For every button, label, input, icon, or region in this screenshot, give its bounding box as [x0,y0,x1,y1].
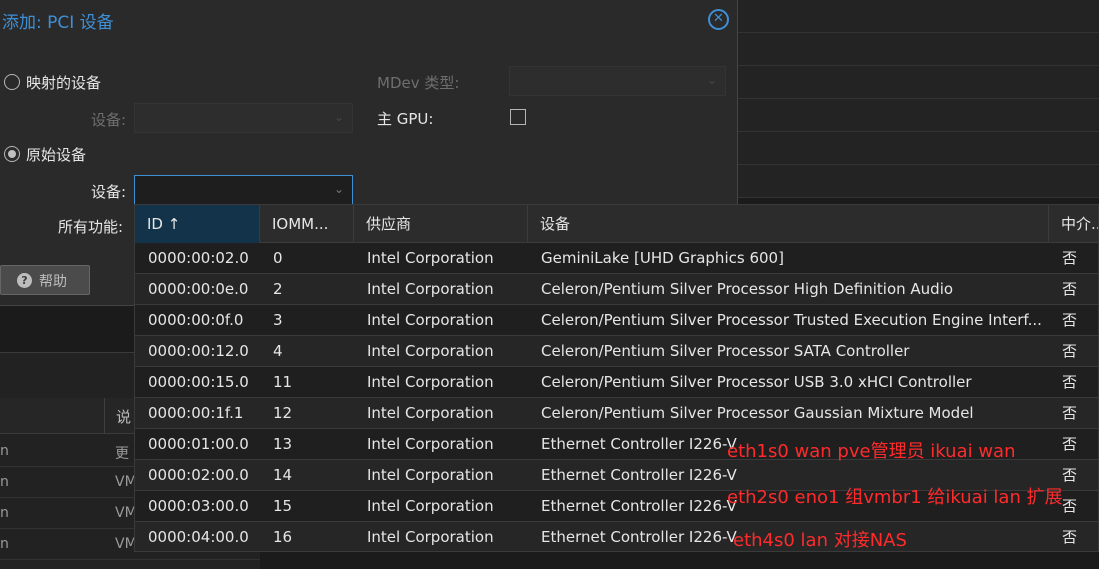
background-column-header: 说 [116,408,132,426]
cell-device: GeminiLake [UHD Graphics 600] [541,249,784,267]
cell-mdev: 否 [1062,373,1078,391]
cell-mdev: 否 [1062,404,1078,422]
column-header-vendor[interactable]: 供应商 [354,205,528,243]
cell-iommu: 2 [273,280,283,298]
cell-vendor: Intel Corporation [367,311,494,329]
mdev-type-label: MDev 类型: [377,74,460,92]
cell-id: 0000:04:00.0 [148,528,249,546]
table-row[interactable]: 0000:04:00.0 16 Intel Corporation Ethernet … [135,522,1098,551]
cell-id: 0000:00:12.0 [148,342,249,360]
primary-gpu-label: 主 GPU: [377,110,434,128]
cell-iommu: 11 [273,373,293,391]
cell-iommu: 16 [273,528,293,546]
cell-vendor: Intel Corporation [367,249,494,267]
column-header-mdev[interactable]: 中介... [1049,205,1098,243]
all-functions-label: 所有功能: [58,218,124,236]
cell-iommu: 12 [273,404,293,422]
cell-vendor: Intel Corporation [367,435,494,453]
question-icon: ? [17,273,32,288]
mapped-device-radio[interactable] [4,74,20,90]
cell-iommu: 3 [273,311,283,329]
annotation-note: eth2s0 eno1 组vmbr1 给ikuai lan 扩展 [727,487,1063,508]
cell-mdev: 否 [1062,435,1078,453]
help-button[interactable]: ? 帮助 [0,265,90,295]
cell-iommu: 4 [273,342,283,360]
cell-device: Celeron/Pentium Silver Processor Trusted… [541,311,1042,329]
cell-vendor: Intel Corporation [367,528,494,546]
table-row[interactable]: 0000:00:1f.1 12 Intel Corporation Celeron/P… [135,398,1098,429]
cell-mdev: 否 [1062,249,1078,267]
raw-device-radio[interactable] [4,146,20,162]
annotation-note: eth4s0 lan 对接NAS [733,530,907,551]
raw-device-field-label: 设备: [91,183,127,201]
cell-vendor: Intel Corporation [367,466,494,484]
mapped-device-select[interactable]: ⌄ [134,103,353,133]
cell-id: 0000:03:00.0 [148,497,249,515]
column-header-id[interactable]: ID ↑ [135,205,260,243]
help-button-label: 帮助 [39,274,67,290]
raw-device-select[interactable]: ⌄ [134,175,353,205]
background-list [738,0,1099,198]
cell-mdev: 否 [1062,280,1078,298]
cell-mdev: 否 [1062,311,1078,329]
cell-vendor: Intel Corporation [367,280,494,298]
annotation-note: eth1s0 wan pve管理员 ikuai wan [727,441,1016,462]
cell-iommu: 14 [273,466,293,484]
cell-vendor: Intel Corporation [367,342,494,360]
table-row[interactable]: 0000:00:0f.0 3 Intel Corporation Celeron/Pe… [135,305,1098,336]
chevron-down-icon: ⌄ [333,110,344,124]
table-row[interactable]: 0000:00:02.0 0 Intel Corporation GeminiLake… [135,243,1098,274]
chevron-down-icon: ⌄ [333,182,344,196]
cell-iommu: 15 [273,497,293,515]
cell-device: Celeron/Pentium Silver Processor Gaussia… [541,404,974,422]
dialog-title: 添加: PCI 设备 [2,13,114,33]
cell-id: 0000:00:15.0 [148,373,249,391]
cell-vendor: Intel Corporation [367,404,494,422]
table-row[interactable]: 0000:00:12.0 4 Intel Corporation Celeron/Pe… [135,336,1098,367]
mdev-type-select[interactable]: ⌄ [509,66,726,96]
cell-iommu: 0 [273,249,283,267]
cell-mdev: 否 [1062,528,1078,546]
column-header-iommu[interactable]: IOMM... [260,205,354,243]
mapped-device-field-label: 设备: [91,111,127,129]
mapped-device-label: 映射的设备 [26,74,102,92]
cell-mdev: 否 [1062,342,1078,360]
cell-id: 0000:00:0e.0 [148,280,249,298]
primary-gpu-checkbox[interactable] [510,109,526,125]
cell-device: Celeron/Pentium Silver Processor High De… [541,280,954,298]
raw-device-label: 原始设备 [26,146,87,164]
cell-id: 0000:02:00.0 [148,466,249,484]
cell-iommu: 13 [273,435,293,453]
cell-id: 0000:00:1f.1 [148,404,244,422]
close-icon[interactable]: ✕ [708,9,729,30]
chevron-down-icon: ⌄ [706,73,717,87]
sort-asc-icon: ↑ [167,215,181,233]
table-row[interactable]: 0000:00:0e.0 2 Intel Corporation Celeron/Pe… [135,274,1098,305]
column-header-device[interactable]: 设备 [528,205,1049,243]
cell-vendor: Intel Corporation [367,497,494,515]
cell-vendor: Intel Corporation [367,373,494,391]
grid-header: ID ↑ IOMM... 供应商 设备 中介... [135,205,1098,243]
table-row[interactable]: 0000:00:15.0 11 Intel Corporation Celeron/P… [135,367,1098,398]
cell-device: Celeron/Pentium Silver Processor SATA Co… [541,342,910,360]
cell-id: 0000:00:0f.0 [148,311,244,329]
cell-device: Celeron/Pentium Silver Processor USB 3.0… [541,373,972,391]
cell-id: 0000:01:00.0 [148,435,249,453]
cell-id: 0000:00:02.0 [148,249,249,267]
